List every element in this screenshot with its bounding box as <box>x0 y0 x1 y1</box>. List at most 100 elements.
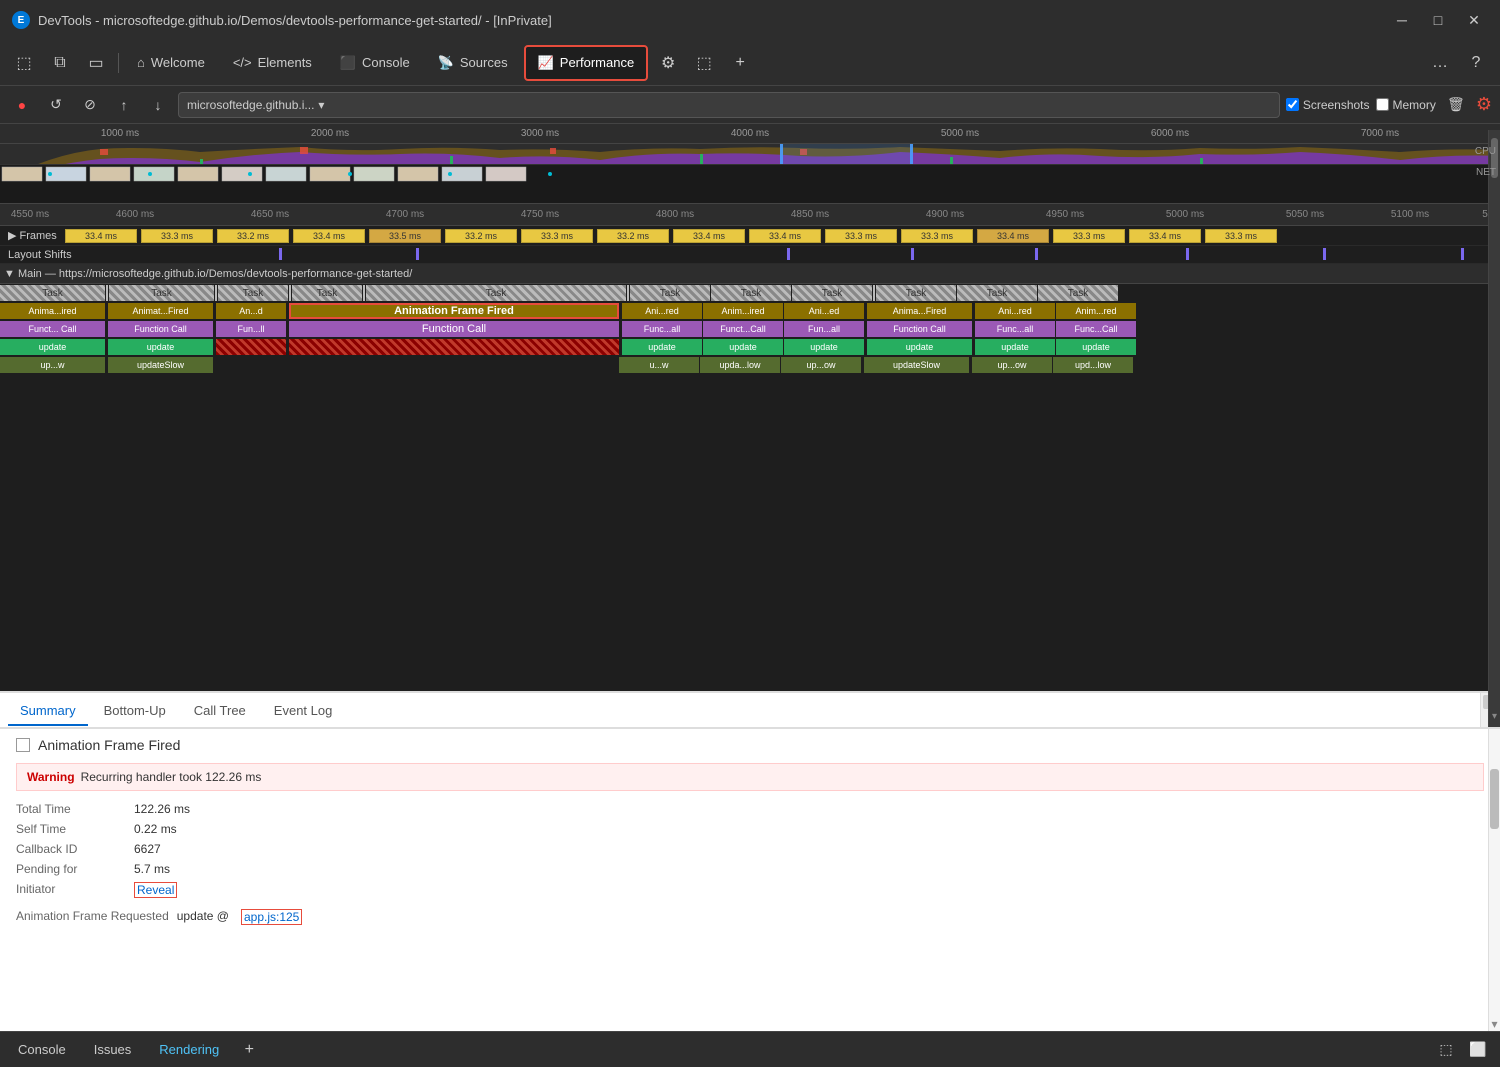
func-block-10[interactable]: Func...Call <box>1056 321 1136 337</box>
frame-block[interactable]: 33.4 ms <box>977 229 1049 243</box>
anim-block-9[interactable]: Ani...red <box>975 303 1055 319</box>
inspect-icon-btn[interactable]: ⬚ <box>8 47 40 79</box>
frame-block[interactable]: 33.3 ms <box>825 229 897 243</box>
memory-checkbox-label[interactable]: Memory <box>1376 98 1436 112</box>
minimize-button[interactable]: ─ <box>1388 6 1416 34</box>
tab-elements[interactable]: </> Elements <box>221 45 324 81</box>
dock-bottom-icon-btn[interactable]: ⬚ <box>1432 1036 1460 1064</box>
frame-block[interactable]: 33.2 ms <box>445 229 517 243</box>
slow-block-9[interactable]: up...ow <box>972 357 1052 373</box>
trash-button[interactable]: 🗑 <box>1442 91 1470 119</box>
code-ref-link[interactable]: app.js:125 <box>241 909 302 925</box>
responsive-icon-btn[interactable]: ⧉ <box>44 47 76 79</box>
status-tab-console[interactable]: Console <box>8 1038 76 1061</box>
add-tab-btn[interactable]: + <box>724 47 756 79</box>
anim-block-selected[interactable]: Animation Frame Fired <box>289 303 619 319</box>
anim-block-7[interactable]: Ani...ed <box>784 303 864 319</box>
frame-block[interactable]: 33.2 ms <box>217 229 289 243</box>
frame-block[interactable]: 33.4 ms <box>293 229 365 243</box>
slow-block-2[interactable]: updateSlow <box>108 357 213 373</box>
func-block-5[interactable]: Func...all <box>622 321 702 337</box>
slow-block-8[interactable]: updateSlow <box>864 357 969 373</box>
summary-scrollbar-thumb[interactable] <box>1490 769 1499 829</box>
red-stripe-2[interactable] <box>289 339 619 355</box>
anim-block-2[interactable]: Animat...Fired <box>108 303 213 319</box>
memory-checkbox[interactable] <box>1376 98 1389 111</box>
update-block-6[interactable]: update <box>703 339 783 355</box>
func-block-8[interactable]: Function Call <box>867 321 972 337</box>
screenshots-checkbox-label[interactable]: Screenshots <box>1286 98 1370 112</box>
tab-console[interactable]: ⬛ Console <box>328 45 422 81</box>
anim-block-8[interactable]: Anima...Fired <box>867 303 972 319</box>
update-block-9[interactable]: update <box>975 339 1055 355</box>
func-block-7[interactable]: Fun...all <box>784 321 864 337</box>
update-block-5[interactable]: update <box>622 339 702 355</box>
slow-block-10[interactable]: upd...low <box>1053 357 1133 373</box>
summary-event-checkbox[interactable] <box>16 738 30 752</box>
func-block-9[interactable]: Func...all <box>975 321 1055 337</box>
dock-icon-btn[interactable]: ▭ <box>80 47 112 79</box>
frame-block[interactable]: 33.4 ms <box>673 229 745 243</box>
close-button[interactable]: ✕ <box>1460 6 1488 34</box>
maximize-button[interactable]: □ <box>1424 6 1452 34</box>
red-stripe-1[interactable] <box>216 339 286 355</box>
scroll-bottom-arrow[interactable]: ▾ <box>1491 1017 1497 1031</box>
slow-block-7[interactable]: up...ow <box>781 357 861 373</box>
task-block[interactable]: Task <box>109 285 214 301</box>
anim-block-5[interactable]: Ani...red <box>622 303 702 319</box>
update-block-10[interactable]: update <box>1056 339 1136 355</box>
flame-scrollbar[interactable]: ▾ <box>1488 204 1500 691</box>
clear-button[interactable]: ⊘ <box>76 91 104 119</box>
frame-block[interactable]: 33.3 ms <box>1205 229 1277 243</box>
task-block[interactable]: Task <box>1038 285 1118 301</box>
slow-block-6[interactable]: upda...low <box>700 357 780 373</box>
screenshots-checkbox[interactable] <box>1286 98 1299 111</box>
frame-block[interactable]: 33.4 ms <box>65 229 137 243</box>
func-block-selected[interactable]: Function Call <box>289 321 619 337</box>
frame-block[interactable]: 33.4 ms <box>749 229 821 243</box>
task-block[interactable]: Task <box>218 285 288 301</box>
undock-icon-btn[interactable]: ⬜ <box>1464 1036 1492 1064</box>
record-button[interactable]: ● <box>8 91 36 119</box>
task-block[interactable]: Task <box>792 285 872 301</box>
initiator-reveal-link[interactable]: Reveal <box>134 882 177 898</box>
tab-performance[interactable]: 📈 Performance <box>524 45 649 81</box>
update-block-8[interactable]: update <box>867 339 972 355</box>
frame-block[interactable]: 33.3 ms <box>141 229 213 243</box>
settings-gear-button[interactable]: ⚙ <box>1476 94 1492 115</box>
frame-block[interactable]: 33.3 ms <box>901 229 973 243</box>
frame-block[interactable]: 33.3 ms <box>1053 229 1125 243</box>
func-block-3[interactable]: Fun...ll <box>216 321 286 337</box>
tab-event-log[interactable]: Event Log <box>262 697 345 726</box>
flame-rows-container[interactable]: ▶ Frames 33.4 ms 33.3 ms 33.2 ms 33.4 ms… <box>0 226 1500 691</box>
anim-block-10[interactable]: Anim...red <box>1056 303 1136 319</box>
update-block-1[interactable]: update <box>0 339 105 355</box>
refresh-record-button[interactable]: ↺ <box>42 91 70 119</box>
frame-block[interactable]: 33.2 ms <box>597 229 669 243</box>
frame-block[interactable]: 33.3 ms <box>521 229 593 243</box>
status-tab-rendering[interactable]: Rendering <box>149 1038 229 1061</box>
anim-block-1[interactable]: Anima...ired <box>0 303 105 319</box>
tab-call-tree[interactable]: Call Tree <box>182 697 258 726</box>
timeline-overview[interactable]: 1000 ms 2000 ms 3000 ms 4000 ms 5000 ms … <box>0 124 1500 204</box>
task-block[interactable]: Task <box>957 285 1037 301</box>
tab-sources[interactable]: 📡 Sources <box>426 45 520 81</box>
anim-block-6[interactable]: Anim...ired <box>703 303 783 319</box>
frame-block[interactable]: 33.4 ms <box>1129 229 1201 243</box>
update-block-2[interactable]: update <box>108 339 213 355</box>
frames-label[interactable]: ▶ Frames <box>4 229 64 242</box>
url-dropdown-icon[interactable]: ▾ <box>318 98 324 112</box>
task-block[interactable]: Task <box>876 285 956 301</box>
anim-block-3[interactable]: An...d <box>216 303 286 319</box>
upload-button[interactable]: ↑ <box>110 91 138 119</box>
tab-bottom-up[interactable]: Bottom-Up <box>92 697 178 726</box>
more-tabs-btn[interactable]: … <box>1424 47 1456 79</box>
add-tab-btn[interactable]: + <box>237 1038 261 1062</box>
settings-tab-btn[interactable]: ⚙ <box>652 47 684 79</box>
summary-scrollbar[interactable]: ▾ <box>1488 729 1500 1031</box>
task-block[interactable]: Task <box>630 285 710 301</box>
func-block-6[interactable]: Funct...Call <box>703 321 783 337</box>
func-block-1[interactable]: Funct... Call <box>0 321 105 337</box>
tab-welcome[interactable]: ⌂ Welcome <box>125 45 217 81</box>
status-tab-issues[interactable]: Issues <box>84 1038 142 1061</box>
